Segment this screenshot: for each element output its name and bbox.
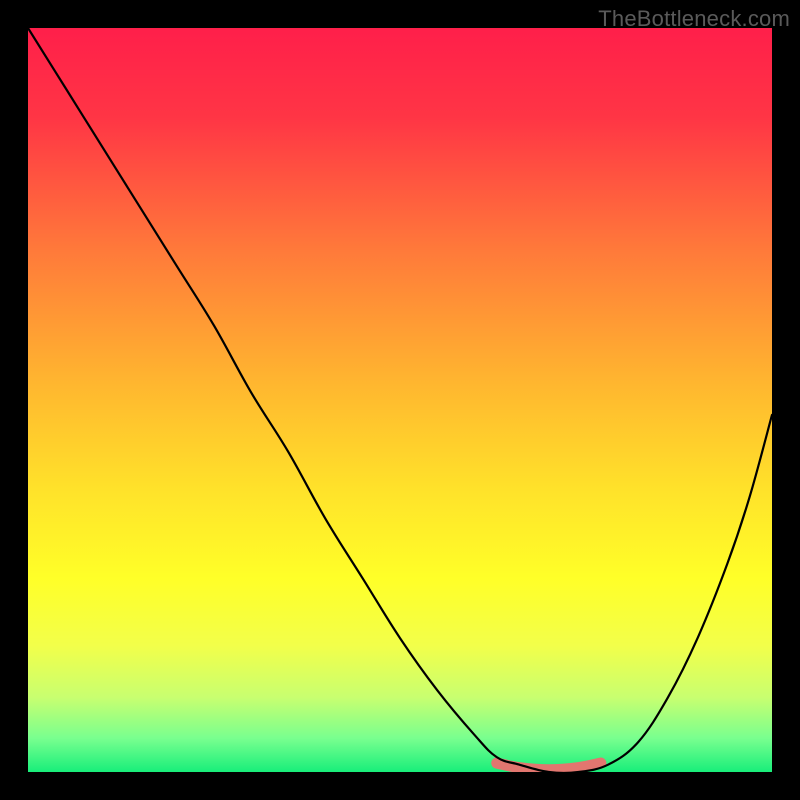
chart-frame: TheBottleneck.com [0, 0, 800, 800]
gradient-background [28, 28, 772, 772]
watermark-text: TheBottleneck.com [598, 6, 790, 32]
chart-svg [28, 28, 772, 772]
plot-area [28, 28, 772, 772]
